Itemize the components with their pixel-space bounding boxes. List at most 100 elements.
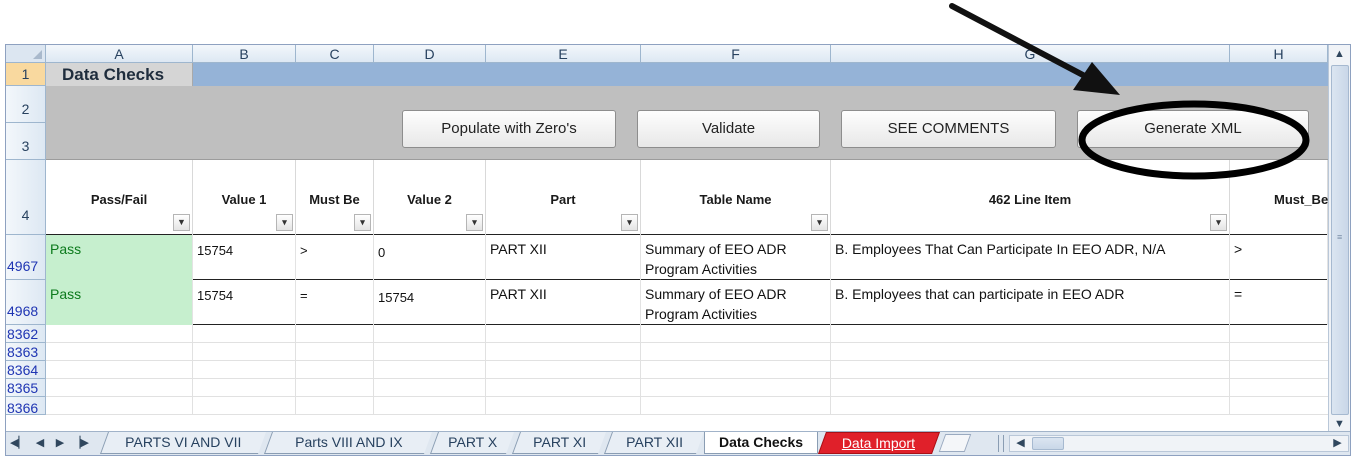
row-header-4968[interactable]: 4968 xyxy=(6,280,46,325)
row-header-4[interactable]: 4 xyxy=(6,160,46,235)
tab-parts-vi-vii[interactable]: PARTS VI AND VII xyxy=(99,432,267,454)
row-header-3[interactable]: 3 xyxy=(6,123,46,160)
tab-split-handle[interactable] xyxy=(998,435,1004,452)
cell-part[interactable]: PART XII xyxy=(486,235,641,280)
scroll-up-icon[interactable]: ▲ xyxy=(1330,45,1349,63)
empty-row[interactable] xyxy=(46,361,1328,379)
grip-icon: ≡ xyxy=(1337,232,1343,242)
tab-part-x[interactable]: PART X xyxy=(429,432,515,454)
header-line-item-label: 462 Line Item xyxy=(988,192,1072,207)
cell-part[interactable]: PART XII xyxy=(486,280,641,325)
generate-xml-button[interactable]: Generate XML xyxy=(1077,110,1309,148)
cell-line-item[interactable]: B. Employees That Can Participate In EEO… xyxy=(831,235,1230,280)
horizontal-scroll-thumb[interactable] xyxy=(1032,437,1064,450)
column-header-h[interactable]: H xyxy=(1230,45,1328,63)
last-sheet-icon[interactable]: ▕▶ xyxy=(72,434,89,452)
tab-data-checks[interactable]: Data Checks xyxy=(704,432,818,454)
vertical-scrollbar[interactable]: ▲ ≡ ▼ xyxy=(1328,45,1350,431)
row-header-1[interactable]: 1 xyxy=(6,63,46,86)
tab-part-xi[interactable]: PART XI xyxy=(511,432,607,454)
populate-zeros-button[interactable]: Populate with Zero's xyxy=(402,110,616,148)
tab-data-import-label: Data Import xyxy=(842,435,916,451)
validate-button[interactable]: Validate xyxy=(637,110,820,148)
scrollbar-thumb[interactable]: ≡ xyxy=(1331,65,1349,415)
row-header-8363[interactable]: 8363 xyxy=(6,343,46,361)
empty-row[interactable] xyxy=(46,397,1328,415)
column-header-b[interactable]: B xyxy=(193,45,296,63)
header-value-2-label: Value 2 xyxy=(407,192,452,207)
filter-dropdown-icon[interactable]: ▾ xyxy=(621,214,638,231)
column-header-f[interactable]: F xyxy=(641,45,831,63)
table-row: Pass 15754 > 0 PART XII Summary of EEO A… xyxy=(46,235,1328,280)
scroll-right-icon[interactable]: ▶ xyxy=(1328,435,1347,451)
empty-row[interactable] xyxy=(46,325,1328,343)
cell-pass-fail[interactable]: Pass xyxy=(46,235,193,280)
column-header-g[interactable]: G xyxy=(831,45,1230,63)
spreadsheet: A B C D E F G H 1 2 3 4 4967 4968 8362 8… xyxy=(5,44,1351,456)
cell-table-name[interactable]: Summary of EEO ADR Program Activities xyxy=(641,280,831,325)
tab-parts-viii-ix-label: Parts VIII AND IX xyxy=(294,434,403,450)
cell-table-name[interactable]: Summary of EEO ADR Program Activities xyxy=(641,235,831,280)
row-header-4967[interactable]: 4967 xyxy=(6,235,46,280)
tab-parts-viii-ix[interactable]: Parts VIII AND IX xyxy=(263,432,433,454)
empty-row[interactable] xyxy=(46,343,1328,361)
column-header-d[interactable]: D xyxy=(374,45,486,63)
cell-value-2[interactable]: 0 xyxy=(374,235,486,280)
tab-part-xii-label: PART XII xyxy=(626,434,684,450)
column-header-c[interactable]: C xyxy=(296,45,374,63)
empty-row[interactable] xyxy=(46,379,1328,397)
cell-must-be[interactable]: = xyxy=(296,280,374,325)
filter-dropdown-icon[interactable]: ▾ xyxy=(354,214,371,231)
filter-dropdown-icon[interactable]: ▾ xyxy=(276,214,293,231)
header-value-2: Value 2 ▾ xyxy=(374,160,486,235)
tab-part-x-label: PART X xyxy=(448,434,498,450)
filter-dropdown-icon[interactable]: ▾ xyxy=(466,214,483,231)
scroll-left-icon[interactable]: ◀ xyxy=(1011,435,1030,451)
cell-line-item[interactable]: B. Employees that can participate in EEO… xyxy=(831,280,1230,325)
header-table-name-label: Table Name xyxy=(699,192,772,207)
next-sheet-icon[interactable]: ▶ xyxy=(52,434,68,452)
header-value-1-label: Value 1 xyxy=(221,192,267,207)
cell-pass-fail[interactable]: Pass xyxy=(46,280,193,325)
cell-value-1[interactable]: 15754 xyxy=(193,235,296,280)
table-header-row: Pass/Fail ▼ Value 1 ▾ Must Be ▾ Value 2 … xyxy=(46,160,1328,235)
tab-part-xi-label: PART XI xyxy=(533,434,587,450)
screenshot-stage: A B C D E F G H 1 2 3 4 4967 4968 8362 8… xyxy=(0,0,1351,456)
cell-must-be-2[interactable]: = xyxy=(1230,280,1328,325)
insert-sheet-icon[interactable] xyxy=(938,434,972,452)
row-header-8365[interactable]: 8365 xyxy=(6,379,46,397)
row-header-8366[interactable]: 8366 xyxy=(6,397,46,416)
select-all-corner[interactable] xyxy=(6,45,46,63)
prev-sheet-icon[interactable]: ◀ xyxy=(32,434,48,452)
row-header-8364[interactable]: 8364 xyxy=(6,361,46,379)
cell-grid: A B C D E F G H 1 2 3 4 4967 4968 8362 8… xyxy=(6,45,1328,431)
see-comments-button[interactable]: SEE COMMENTS xyxy=(841,110,1056,148)
row-header-8362[interactable]: 8362 xyxy=(6,325,46,343)
header-must-be-2-label: Must_Be xyxy=(1274,192,1328,207)
cell-must-be[interactable]: > xyxy=(296,235,374,280)
filter-active-icon[interactable]: ▼ xyxy=(173,214,190,231)
cell-must-be-2[interactable]: > xyxy=(1230,235,1328,280)
tab-data-import[interactable]: Data Import xyxy=(817,432,941,454)
header-pass-fail-label: Pass/Fail xyxy=(90,192,148,207)
sheet-tab-bar: ◀▏ ◀ ▶ ▕▶ PARTS VI AND VII Parts VIII AN… xyxy=(6,431,1350,455)
horizontal-scrollbar[interactable]: ◀ ▶ xyxy=(1009,435,1349,452)
column-header-a[interactable]: A xyxy=(46,45,193,63)
header-must-be-label: Must Be xyxy=(309,192,360,207)
tab-part-xii[interactable]: PART XII xyxy=(603,432,705,454)
header-line-item: 462 Line Item ▾ xyxy=(831,160,1230,235)
sheet-title[interactable]: Data Checks xyxy=(46,63,193,86)
tab-parts-vi-vii-label: PARTS VI AND VII xyxy=(125,434,242,450)
cell-value-1[interactable]: 15754 xyxy=(193,280,296,325)
row-header-2[interactable]: 2 xyxy=(6,86,46,123)
header-part: Part ▾ xyxy=(486,160,641,235)
button-panel: Populate with Zero's Validate SEE COMMEN… xyxy=(46,86,1328,160)
column-header-e[interactable]: E xyxy=(486,45,641,63)
filter-dropdown-icon[interactable]: ▾ xyxy=(811,214,828,231)
header-must-be: Must Be ▾ xyxy=(296,160,374,235)
first-sheet-icon[interactable]: ◀▏ xyxy=(10,434,27,452)
filter-dropdown-icon[interactable]: ▾ xyxy=(1210,214,1227,231)
tab-data-checks-label: Data Checks xyxy=(718,434,804,450)
title-bar xyxy=(193,63,1328,86)
cell-value-2[interactable]: 15754 xyxy=(374,280,486,325)
